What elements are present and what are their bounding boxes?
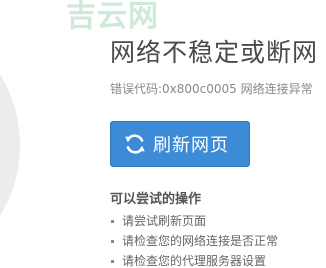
suggestion-text: 请检查您的代理服务器设置	[122, 254, 267, 268]
suggestion-text: 请尝试刷新页面	[122, 214, 207, 228]
bullet-icon	[111, 259, 114, 263]
list-item: 请检查您的网络连接是否正常	[110, 231, 278, 251]
suggestion-text: 请检查您的网络连接是否正常	[122, 234, 279, 248]
error-code-text: 错误代码:0x800c0005 网络连接异常	[110, 82, 313, 96]
list-item: 请检查您的代理服务器设置	[110, 251, 278, 268]
bullet-icon	[111, 239, 114, 243]
refresh-button-label: 刷新网页	[153, 135, 229, 156]
refresh-icon	[123, 132, 147, 156]
watermark-logo: 吉云网	[66, 0, 159, 34]
suggestions-heading: 可以尝试的操作	[110, 192, 202, 207]
suggestions-list: 请尝试刷新页面 请检查您的网络连接是否正常 请检查您的代理服务器设置	[110, 211, 278, 268]
refresh-page-button[interactable]: 刷新网页	[110, 121, 250, 167]
bullet-icon	[111, 219, 114, 223]
list-item: 请尝试刷新页面	[110, 211, 278, 231]
background-circle-decoration	[0, 10, 20, 268]
page-title: 网络不稳定或断网	[110, 38, 319, 67]
error-page: 吉云网 网络不稳定或断网 错误代码:0x800c0005 网络连接异常 刷新网页…	[0, 0, 326, 268]
